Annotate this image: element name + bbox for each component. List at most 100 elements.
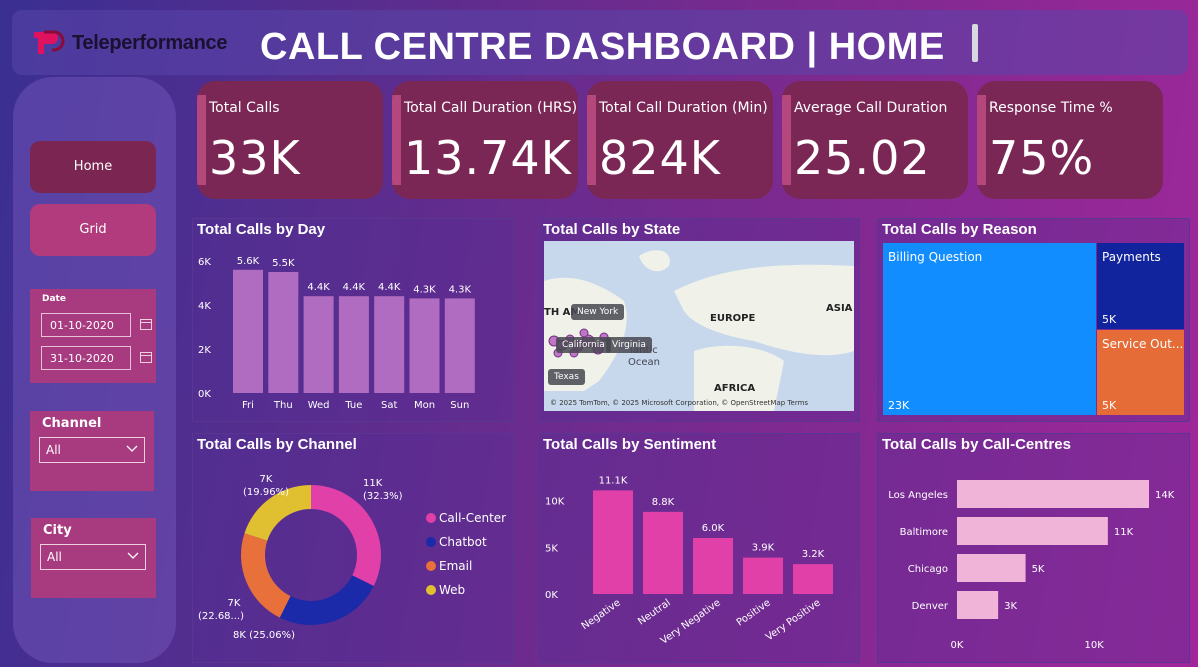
legend-label[interactable]: Web [439,583,465,597]
channel-slicer: Channel All [30,411,154,491]
bar-callcentre[interactable] [957,554,1026,582]
treemap-tile-billing-question[interactable]: Billing Question 23K [883,243,1096,415]
world-map[interactable]: TH AM EUROPE ASIA AFRICA lanticOcean New… [544,241,854,411]
legend-label[interactable]: Chatbot [439,535,487,549]
x-tick-label: 10K [1084,640,1104,651]
kpi-label: Total Call Duration (Min) [599,100,768,116]
bar-sun[interactable] [444,298,475,393]
calls-by-sentiment-panel[interactable]: Total Calls by Sentiment 0K 5K 10K 11.1K Neg… [538,433,860,663]
kpi-value: 824K [599,131,721,185]
donut-data-label: 8K (25.06%) [233,630,295,641]
map-label-texas[interactable]: Texas [548,369,585,385]
map-label-new-york[interactable]: New York [571,304,625,320]
bar-sentiment[interactable] [693,538,733,594]
donut-slice-chatbot[interactable] [279,575,374,625]
x-tick-label: Very Positive [764,597,823,643]
map-label-california[interactable]: California [556,337,611,353]
calls-by-callcentres-panel[interactable]: Total Calls by Call-Centres Los Angeles 1… [877,433,1190,663]
calendar-icon[interactable] [140,352,152,363]
calls-by-channel-panel[interactable]: Total Calls by Channel 11K (32.3%) 8K (25.… [192,433,514,663]
city-dropdown[interactable]: All [40,544,146,570]
data-label: 5.6K [237,256,260,267]
x-tick-label: Neutral [636,597,673,627]
nav-grid-button[interactable]: Grid [30,204,156,256]
treemap-tile-service-outage[interactable]: Service Out... 5K [1097,330,1184,415]
legend-label[interactable]: Email [439,559,472,573]
x-tick-label: Tue [344,400,362,411]
calls-by-channel-donut[interactable]: 11K (32.3%) 8K (25.06%) 7K (22.68...) 7K (19.9… [193,434,513,662]
legend-marker [426,537,436,547]
x-tick-label: Wed [308,400,330,411]
calls-by-sentiment-chart[interactable]: 0K 5K 10K 11.1K Negative 8.8K Neutral 6.0K Very … [539,434,859,662]
kpi-total-calls: Total Calls 33K [197,81,383,199]
y-tick-label: 0K [198,389,211,400]
data-label: 3.9K [752,543,775,554]
kpi-total-call-duration-hrs: Total Call Duration (HRS) 13.74K [392,81,578,199]
calls-by-reason-panel[interactable]: Total Calls by Reason Billing Question 2… [877,218,1190,422]
map-attribution[interactable]: © 2025 TomTom, © 2025 Microsoft Corporat… [550,399,808,407]
bar-callcentre[interactable] [957,480,1149,508]
date-slicer: Date 01-10-2020 31-10-2020 [30,289,156,383]
calls-by-state-panel[interactable]: Total Calls by State TH AM EUROPE ASIA A… [538,218,860,422]
y-tick-label: 6K [198,257,211,268]
data-label: 11K [1114,527,1134,538]
treemap-tile-value: 5K [1102,399,1117,412]
channel-dropdown[interactable]: All [39,437,145,463]
treemap-tile-label: Payments [1102,250,1161,264]
treemap-tile-value: 5K [1102,313,1117,326]
bar-callcentre[interactable] [957,591,999,619]
legend-label[interactable]: Call-Center [439,511,506,525]
brand-name: Teleperformance [72,32,228,54]
donut-data-label: 11K [363,478,383,489]
calendar-icon[interactable] [140,319,152,330]
y-tick-label: 4K [198,301,211,312]
y-tick-label: Chicago [908,564,948,575]
panel-title: Total Calls by Reason [882,221,1037,238]
bar-thu[interactable] [268,272,299,393]
bar-sat[interactable] [374,296,405,393]
bar-sentiment[interactable] [593,490,633,594]
data-label: 11.1K [599,475,628,486]
kpi-label: Total Calls [209,100,280,116]
y-tick-label: Denver [912,601,949,612]
bar-fri[interactable] [233,269,263,393]
bar-sentiment[interactable] [643,511,683,594]
data-label: 4.4K [378,282,401,293]
map-label-virginia[interactable]: Virginia [606,337,652,353]
bar-mon[interactable] [409,298,440,393]
calls-by-callcentres-chart[interactable]: Los Angeles 14K Baltimore 11K Chicago 5K Denve… [878,434,1189,662]
x-tick-label: Mon [414,400,435,411]
y-tick-label: Los Angeles [888,490,948,501]
legend-marker [426,585,436,595]
treemap-tile-label: Billing Question [888,250,983,264]
city-dropdown-value: All [47,550,62,564]
y-tick-label: 0K [545,590,558,601]
x-tick-label: Thu [273,400,293,411]
map-bubbles[interactable] [544,241,854,411]
title-cursor-bar [972,24,978,62]
bar-wed[interactable] [303,296,334,393]
bar-callcentre[interactable] [957,517,1108,545]
start-date-input[interactable]: 01-10-2020 [41,313,152,337]
donut-slice-email[interactable] [241,533,291,618]
end-date-input[interactable]: 31-10-2020 [41,346,152,370]
date-slicer-label: Date [42,294,66,304]
kpi-label: Total Call Duration (HRS) [404,100,578,116]
bar-sentiment[interactable] [743,557,783,594]
x-tick-label: Positive [735,597,773,628]
treemap-tile-payments[interactable]: Payments 5K [1097,243,1184,329]
bar-sentiment[interactable] [793,564,833,594]
start-date-value: 01-10-2020 [50,319,114,332]
calls-by-day-chart[interactable]: 0K 2K 4K 6K 5.6K Fri 5.5K Thu 4.4K Wed 4.4K Tue 4.4K… [193,219,513,421]
nav-home-button[interactable]: Home [30,141,156,193]
kpi-value: 25.02 [794,131,931,185]
x-tick-label: Sun [450,400,469,411]
kpi-label: Response Time % [989,100,1113,116]
y-tick-label: Baltimore [900,527,948,538]
y-tick-label: 10K [545,497,565,508]
x-tick-label: Negative [580,597,623,632]
data-label: 3.2K [802,549,825,560]
bar-tue[interactable] [338,296,369,393]
kpi-value: 33K [209,131,301,185]
calls-by-day-panel[interactable]: Total Calls by Day 0K 2K 4K 6K 5.6K Fri 5.5K Th… [192,218,514,422]
